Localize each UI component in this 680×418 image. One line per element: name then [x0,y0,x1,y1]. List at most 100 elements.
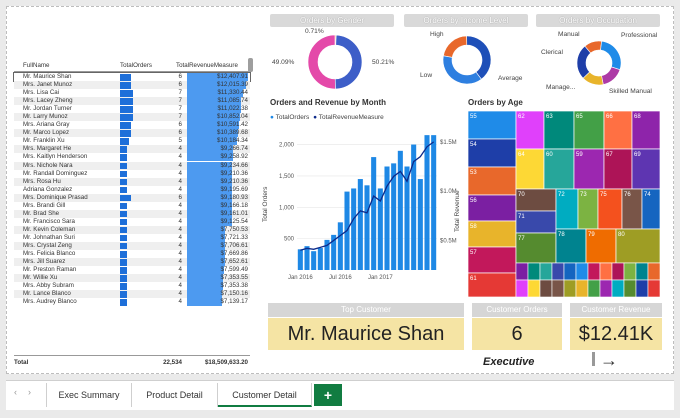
age-tile-small[interactable] [611,279,625,297]
orders-bar[interactable] [317,248,323,270]
tab-exec-summary[interactable]: Exec Summary [46,383,132,407]
income-donut[interactable] [436,29,498,91]
age-tile-small[interactable] [575,262,589,281]
occupation-donut[interactable] [572,36,626,90]
table-row[interactable]: Mrs. Lisa Cai 7 $11,330.44 [14,89,250,98]
table-row[interactable]: Mr. Larry Munoz 7 $10,852.04 [14,113,250,122]
occupation-slice[interactable] [601,66,621,85]
customer-table[interactable]: FullName TotalOrders TotalRevenueMeasure… [13,58,254,370]
table-row[interactable]: Mrs. Nichole Nara 4 $9,234.66 [14,161,250,170]
table-row[interactable]: Mrs. Jill Suarez 4 $7,652.61 [14,258,250,267]
orders-bar[interactable] [364,185,370,270]
table-row[interactable]: Mr. Marco Lopez 6 $10,389.68 [14,129,250,138]
age-treemap[interactable]: 55 54 53 56 58 57 61 62 63 65 66 68 64 60 59 67 69 70 71 72… [468,111,660,297]
table-row[interactable]: Mr. Willie Xu 4 $7,353.55 [14,274,250,283]
table-row[interactable]: Mr. Maurice Shan 6 $12,407.91 [13,71,251,83]
orders-bar[interactable] [297,249,303,270]
age-tile-small[interactable] [623,279,637,297]
table-row[interactable]: Mrs. Audrey Blanco 4 $7,139.17 [14,298,250,307]
table-row[interactable]: Mr. Franklin Xu 5 $10,184.34 [14,137,250,146]
table-row[interactable]: Mrs. Kaitlyn Henderson 4 $9,258.92 [14,153,250,162]
age-tile-small[interactable] [647,262,660,281]
table-row[interactable]: Mrs. Rosa Hu 4 $9,210.36 [14,177,250,186]
table-row[interactable]: Mr. Kevin Coleman 4 $7,750.53 [14,225,250,234]
gender-label-f: 49.09% [272,59,295,66]
gender-slice[interactable] [307,34,336,90]
income-slice[interactable] [442,55,482,85]
income-slice[interactable] [466,35,492,80]
table-row[interactable]: Mrs. Lacey Zheng 7 $11,085.74 [14,97,250,106]
age-tile-small[interactable] [551,279,565,297]
gender-donut[interactable] [300,27,370,97]
cell-revenue: $9,195.69 [220,185,248,193]
table-row[interactable]: Mrs. Brandi Gill 4 $9,166.18 [14,201,250,210]
age-tile-small[interactable] [515,279,529,297]
customer-revenue-value: $12.41K [570,318,662,350]
orders-bar[interactable] [384,166,390,271]
occupation-slice[interactable] [600,40,622,71]
orders-bar[interactable] [311,251,317,270]
gender-slice[interactable] [334,34,363,90]
orders-bar[interactable] [397,150,403,270]
cell-orders: 4 [178,298,182,306]
table-row[interactable]: Mrs. Crystal Zeng 4 $7,706.61 [14,241,250,251]
orders-bar[interactable] [417,179,423,270]
age-tile-label: 53 [470,170,477,176]
orders-bar[interactable] [424,135,430,270]
add-page-button[interactable]: + [314,384,342,406]
age-tile-label: 77 [518,236,525,242]
age-tile-small[interactable] [563,279,577,297]
table-row[interactable]: Mrs. Dominique Prasad 6 $9,180.93 [14,193,250,202]
orders-bar[interactable] [371,157,377,270]
tab-prev-icon[interactable]: ‹ [14,387,17,397]
age-tile-small[interactable] [515,262,529,281]
age-tile-small[interactable] [611,262,625,281]
col-header-totalorders[interactable]: TotalOrders [120,62,152,69]
age-tile-small[interactable] [539,262,553,281]
table-row[interactable]: Mr. Randall Dominguez 4 $9,210.36 [14,169,250,178]
age-tile-small[interactable] [527,262,541,281]
cell-orders: 6 [178,121,182,129]
age-tile-small[interactable] [563,262,577,281]
income-slice[interactable] [443,35,468,58]
age-tile-small[interactable] [527,279,541,297]
table-row[interactable]: Mr. Francisco Sara 4 $9,125.54 [14,217,250,226]
table-row[interactable]: Mr. Johnathan Suri 4 $7,721.33 [14,233,250,242]
table-row[interactable]: Mr. Brad She 4 $9,161.01 [14,209,250,218]
arrow-right-icon[interactable]: → [600,350,618,371]
cell-fullname: Mrs. Rosa Hu [23,177,61,185]
table-row[interactable]: Mrs. Abby Subram 4 $7,353.38 [14,282,250,291]
age-tile-small[interactable] [635,279,649,297]
age-tile-small[interactable] [647,279,660,297]
col-header-revenue[interactable]: TotalRevenueMeasure [176,62,238,69]
age-tile-small[interactable] [539,279,553,297]
age-tile-small[interactable] [551,262,565,281]
table-row[interactable]: Mr. Jordan Turner 7 $11,022.38 [14,105,250,114]
table-row[interactable]: Mr. Preston Raman 4 $7,599.49 [14,266,250,275]
tab-next-icon[interactable]: › [28,387,31,397]
tab-customer-detail[interactable]: Customer Detail [218,383,312,407]
orders-bar[interactable] [431,135,437,270]
age-tile-small[interactable] [587,262,601,281]
table-row[interactable]: Mr. Lance Blanco 4 $7,150.16 [14,290,250,299]
age-tile-small[interactable] [599,279,613,297]
monthly-chart[interactable]: 2,000 1,500 1,000 500 $1.5M $1.0M $0.5M Jan 201… [275,124,465,300]
table-row[interactable]: Adriana Gonzalez 4 $9,195.69 [14,185,250,194]
orders-bar[interactable] [304,246,310,270]
age-tile-label: 68 [634,114,641,120]
table-row[interactable]: Mrs. Janet Munoz 6 $12,015.39 [14,81,250,90]
age-tile-small[interactable] [587,279,601,297]
age-tile-small[interactable] [575,279,589,297]
table-scrollbar[interactable] [248,58,253,72]
table-row[interactable]: Mrs. Felicia Blanco 4 $7,669.86 [14,250,250,259]
tab-product-detail[interactable]: Product Detail [132,383,218,407]
orders-bar[interactable] [357,179,363,270]
table-row[interactable]: Mrs. Margaret He 4 $9,266.74 [14,145,250,154]
age-tile-small[interactable] [623,262,637,281]
orders-bar[interactable] [351,188,357,270]
table-row[interactable]: Mrs. Ariana Gray 6 $10,591.42 [14,121,250,130]
col-header-fullname[interactable]: FullName [23,62,49,69]
age-tile-small[interactable] [635,262,649,281]
age-tile-small[interactable] [599,262,613,281]
orders-bar[interactable] [337,222,343,270]
